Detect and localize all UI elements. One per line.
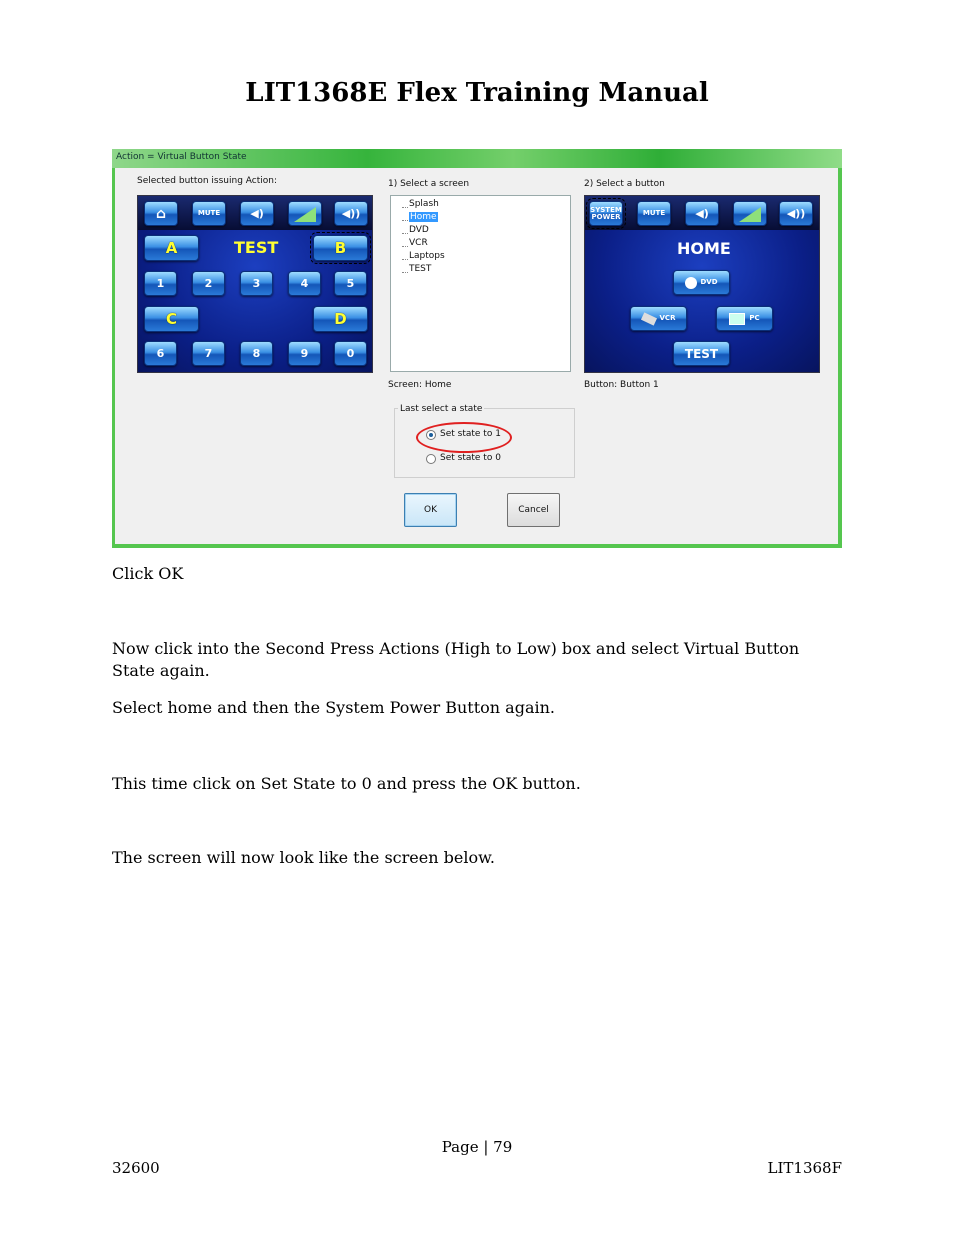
virtual-button-state-dialog: Action = Virtual Button State Selected b… — [112, 149, 842, 548]
volume-up-button[interactable]: ◀)) — [334, 201, 368, 226]
home-button[interactable]: ⌂ — [144, 201, 178, 226]
tree-connector — [402, 259, 408, 260]
paragraph-set-state-0: This time click on Set State to 0 and pr… — [112, 774, 581, 793]
volume-up-button[interactable]: ◀)) — [779, 201, 813, 226]
dialog-title: Action = Virtual Button State — [116, 152, 247, 162]
speaker-low-icon: ◀) — [250, 207, 264, 220]
dialog-titlebar[interactable]: Action = Virtual Button State — [112, 149, 842, 168]
tree-item-vcr[interactable]: VCR — [409, 238, 428, 248]
pc-button[interactable]: PC — [716, 306, 773, 331]
tree-connector — [402, 272, 408, 273]
page-number: Page | 79 — [441, 1138, 513, 1156]
select-screen-label: 1) Select a screen — [388, 179, 470, 189]
dvd-button[interactable]: DVD — [673, 270, 730, 295]
num-button[interactable]: 9 — [288, 341, 321, 366]
ok-button[interactable]: OK — [404, 493, 457, 527]
tree-connector — [402, 246, 408, 247]
pc-label: PC — [749, 314, 760, 322]
paragraph-second-press: Now click into the Second Press Actions … — [112, 639, 800, 680]
num-button[interactable]: 2 — [192, 271, 225, 296]
tree-item-laptops[interactable]: Laptops — [409, 251, 445, 261]
vcr-button[interactable]: VCR — [630, 306, 687, 331]
tree-item-splash[interactable]: Splash — [409, 199, 439, 209]
button-c[interactable]: C — [144, 306, 199, 332]
num-button[interactable]: 5 — [334, 271, 367, 296]
dvd-label: DVD — [700, 278, 718, 286]
mute-button[interactable]: MUTE — [192, 201, 226, 226]
volume-down-button[interactable]: ◀) — [685, 201, 719, 226]
tape-icon — [640, 311, 657, 326]
footer-right-code: LIT1368F — [767, 1159, 842, 1177]
system-power-button[interactable]: SYSTEM POWER — [586, 198, 626, 229]
set-state-0-label[interactable]: Set state to 0 — [440, 453, 501, 463]
button-d[interactable]: D — [313, 306, 368, 332]
speaker-high-icon: ◀)) — [786, 207, 806, 220]
screen-status: Screen: Home — [388, 380, 452, 390]
volume-down-button[interactable]: ◀) — [240, 201, 274, 226]
mute-button[interactable]: MUTE — [637, 201, 671, 226]
state-group-label: Last select a state — [398, 404, 485, 414]
num-button[interactable]: 1 — [144, 271, 177, 296]
volume-bars-icon — [294, 206, 316, 222]
tree-item-test[interactable]: TEST — [409, 264, 431, 274]
panel-title-test: TEST — [234, 238, 279, 257]
button-a[interactable]: A — [144, 235, 199, 261]
num-button[interactable]: 4 — [288, 271, 321, 296]
num-button[interactable]: 3 — [240, 271, 273, 296]
num-button[interactable]: 0 — [334, 341, 367, 366]
dialog-client: Selected button issuing Action: 1) Selec… — [115, 168, 838, 544]
button-status: Button: Button 1 — [584, 380, 659, 390]
screen-tree[interactable]: Splash Home DVD VCR Laptops TEST — [390, 195, 571, 372]
num-button[interactable]: 8 — [240, 341, 273, 366]
num-button[interactable]: 6 — [144, 341, 177, 366]
disc-icon — [685, 276, 698, 289]
target-screen-preview: SYSTEM POWER MUTE ◀) ◀)) HOME DVD VCR PC… — [584, 195, 820, 373]
vcr-label: VCR — [659, 314, 676, 322]
footer-left-code: 32600 — [112, 1159, 160, 1177]
selected-button-label: Selected button issuing Action: — [137, 176, 278, 186]
panel-title-home: HOME — [677, 239, 731, 258]
laptop-icon — [729, 312, 746, 325]
tree-item-dvd[interactable]: DVD — [409, 225, 429, 235]
tree-connector — [402, 220, 408, 221]
home-icon: ⌂ — [155, 205, 167, 222]
speaker-low-icon: ◀) — [695, 207, 709, 220]
button-b[interactable]: B — [310, 232, 371, 264]
num-button[interactable]: 7 — [192, 341, 225, 366]
select-button-label: 2) Select a button — [584, 179, 665, 189]
set-state-0-radio[interactable] — [426, 454, 436, 464]
paragraph-click-ok: Click OK — [112, 564, 184, 583]
paragraph-screen-below: The screen will now look like the screen… — [112, 848, 495, 867]
volume-level-button[interactable] — [288, 201, 322, 226]
test-button[interactable]: TEST — [673, 341, 730, 366]
red-annotation-circle — [416, 422, 512, 453]
tree-connector — [402, 207, 408, 208]
volume-bars-icon — [739, 206, 761, 222]
paragraph-select-home: Select home and then the System Power Bu… — [112, 698, 555, 717]
page-title: LIT1368E Flex Training Manual — [245, 78, 709, 108]
tree-connector — [402, 233, 408, 234]
speaker-high-icon: ◀)) — [341, 207, 361, 220]
source-screen-preview: ⌂ MUTE ◀) ◀)) A TEST B 1 2 3 4 5 C D 6 7… — [137, 195, 373, 373]
volume-level-button[interactable] — [733, 201, 767, 226]
cancel-button[interactable]: Cancel — [507, 493, 560, 527]
tree-item-home[interactable]: Home — [409, 212, 438, 222]
